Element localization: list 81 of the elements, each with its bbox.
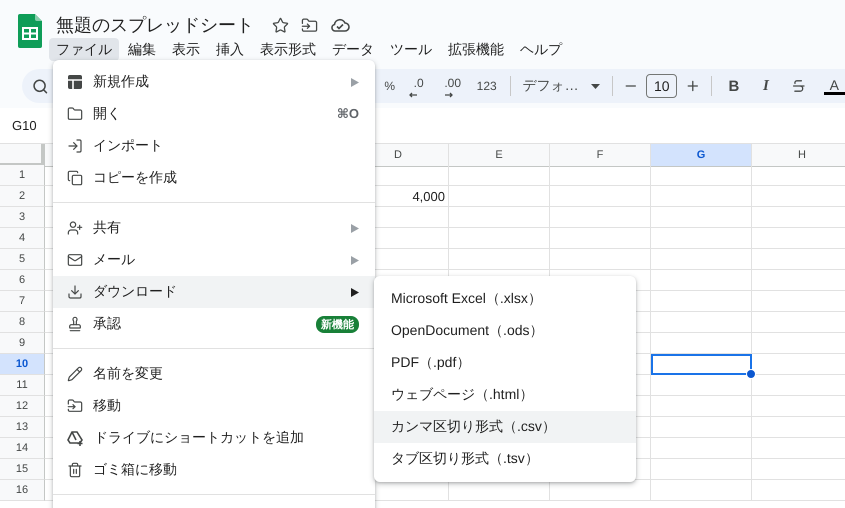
folder-icon	[67, 106, 83, 122]
bold-button[interactable]: B	[718, 74, 750, 98]
row-header[interactable]: 13	[0, 417, 45, 438]
document-title[interactable]: 無題のスプレッドシート	[56, 14, 254, 36]
table-icon	[67, 74, 83, 90]
italic-button[interactable]: I	[750, 74, 782, 98]
row-header[interactable]: 10	[0, 354, 45, 375]
menu-bar-item[interactable]: データ	[325, 38, 381, 61]
menu-item[interactable]: OpenDocument（.ods）	[374, 315, 636, 347]
pencil-icon	[67, 366, 83, 382]
menu-item[interactable]: 移動	[53, 390, 375, 422]
arrow-icon	[408, 92, 418, 98]
decrease-decimals-button[interactable]: .0	[402, 74, 436, 98]
stamp-icon	[67, 316, 83, 332]
download-icon	[67, 284, 83, 300]
row-header[interactable]: 14	[0, 438, 45, 459]
user-plus-icon	[67, 220, 83, 236]
menu-item[interactable]: Microsoft Excel（.xlsx）	[374, 283, 636, 315]
menu-bar-item[interactable]: ファイル	[49, 38, 119, 61]
trash-icon	[67, 462, 83, 478]
menu-item[interactable]: ゴミ箱に移動	[53, 454, 375, 486]
strikethrough-icon[interactable]	[790, 78, 807, 94]
menu-item[interactable]: ウェブページ（.html）	[374, 379, 636, 411]
folder-move-icon[interactable]	[301, 16, 318, 34]
menu-item[interactable]: PDF（.pdf）	[374, 347, 636, 379]
column-header[interactable]: E	[449, 144, 550, 167]
row-header[interactable]: 3	[0, 207, 45, 228]
menu-item[interactable]: ダウンロード	[53, 276, 375, 308]
row-header[interactable]: 2	[0, 186, 45, 207]
menu-item[interactable]: 承認 新機能	[53, 308, 375, 340]
menu-item[interactable]: メール	[53, 244, 375, 276]
mail-icon	[67, 252, 83, 268]
plus-icon[interactable]	[685, 78, 701, 94]
menu-bar-item[interactable]: 表示形式	[253, 38, 323, 61]
row-header[interactable]: 15	[0, 459, 45, 480]
cloud-check-icon[interactable]	[330, 17, 350, 33]
fill-handle[interactable]	[746, 369, 756, 379]
row-header[interactable]: 4	[0, 228, 45, 249]
row-header[interactable]: 5	[0, 249, 45, 270]
menu-bar-item[interactable]: 挿入	[209, 38, 251, 61]
text-color-button[interactable]: A	[824, 78, 845, 94]
menu-bar-item[interactable]: ヘルプ	[513, 38, 569, 61]
menu-item[interactable]: ドライブにショートカットを追加	[53, 422, 375, 454]
font-size-field[interactable]: 10	[646, 74, 678, 98]
row-header[interactable]: 7	[0, 291, 45, 312]
percent-button[interactable]: %	[378, 74, 402, 98]
menu-item[interactable]: カンマ区切り形式（.csv）	[374, 411, 636, 443]
row-header[interactable]: 12	[0, 396, 45, 417]
caret-icon	[590, 84, 600, 88]
row-header[interactable]: 9	[0, 333, 45, 354]
menu-bar-item[interactable]: 表示	[165, 38, 207, 61]
menu-item[interactable]: 開く ⌘O	[53, 98, 375, 130]
shortcut-label: ⌘O	[336, 106, 359, 122]
row-header[interactable]: 6	[0, 270, 45, 291]
row-header[interactable]: 11	[0, 375, 45, 396]
new-badge: 新機能	[316, 316, 359, 332]
column-header[interactable]: G	[651, 144, 752, 167]
menu-item[interactable]: 共有	[53, 212, 375, 244]
column-header[interactable]: H	[752, 144, 845, 167]
copy-icon	[67, 170, 83, 186]
menu-item[interactable]: タブ区切り形式（.tsv）	[374, 443, 636, 475]
number-format-button[interactable]: 123	[470, 74, 504, 98]
menu-bar-item[interactable]: 拡張機能	[441, 38, 511, 61]
menu-item[interactable]: 名前を変更	[53, 358, 375, 390]
sheets-logo-icon	[18, 14, 42, 48]
row-header[interactable]: 8	[0, 312, 45, 333]
increase-decimals-button[interactable]: .00	[436, 74, 470, 98]
menu-bar-item[interactable]: 編集	[121, 38, 163, 61]
row-header[interactable]: 16	[0, 480, 45, 501]
row-header[interactable]: 1	[0, 165, 45, 186]
arrow-icon	[444, 92, 454, 98]
folder-move-icon	[67, 398, 83, 414]
menu-bar-item[interactable]: ツール	[383, 38, 439, 61]
name-box[interactable]: G10	[12, 118, 37, 133]
star-icon[interactable]	[272, 16, 289, 34]
import-arrow-icon	[67, 138, 83, 154]
drive-shortcut-icon	[67, 430, 84, 446]
menu-item[interactable]: 新規作成	[53, 66, 375, 98]
search-icon[interactable]	[32, 78, 49, 94]
column-header[interactable]: F	[550, 144, 651, 167]
font-dropdown[interactable]: デフォ…	[516, 77, 606, 95]
